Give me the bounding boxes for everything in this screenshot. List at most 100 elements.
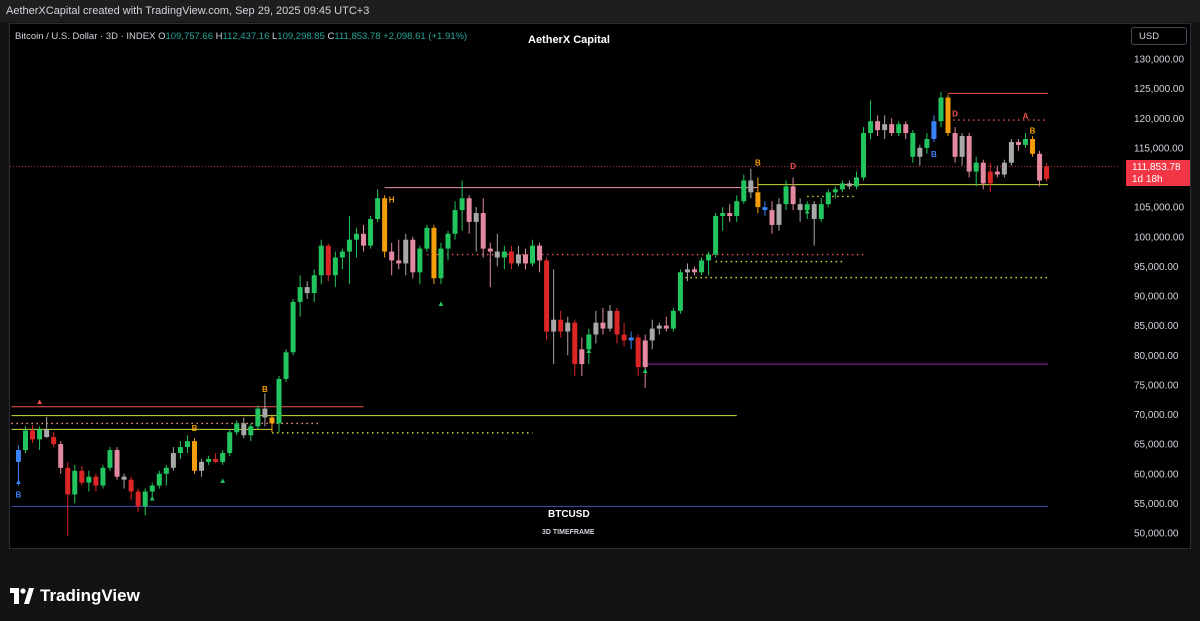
candle[interactable] xyxy=(487,242,493,288)
candle[interactable] xyxy=(544,257,550,341)
candle[interactable] xyxy=(65,461,71,536)
candle[interactable] xyxy=(290,298,296,356)
candle[interactable] xyxy=(135,488,141,513)
candle[interactable] xyxy=(755,177,761,214)
candle[interactable] xyxy=(769,201,775,234)
candle[interactable] xyxy=(868,100,874,139)
candle[interactable] xyxy=(22,426,28,454)
candle[interactable] xyxy=(156,470,162,489)
candle[interactable] xyxy=(44,416,50,439)
candle[interactable] xyxy=(797,198,803,222)
candle[interactable] xyxy=(839,180,845,193)
candle[interactable] xyxy=(762,201,768,217)
candle[interactable] xyxy=(706,251,712,276)
candle[interactable] xyxy=(30,425,36,443)
candle[interactable] xyxy=(480,198,486,258)
candle[interactable] xyxy=(945,94,951,137)
candle[interactable] xyxy=(396,239,402,270)
price-chart[interactable]: B▲▲BBHB DBD AB▲▲▲▲▲▲ 130,000.00125,000.001… xyxy=(0,0,1200,621)
candle[interactable] xyxy=(114,447,120,480)
candle[interactable] xyxy=(1044,163,1050,182)
candle[interactable] xyxy=(227,429,233,456)
candle[interactable] xyxy=(910,130,916,163)
candle[interactable] xyxy=(107,447,113,471)
candle[interactable] xyxy=(86,470,92,492)
candle[interactable] xyxy=(410,236,416,279)
candle[interactable] xyxy=(220,450,226,465)
candle[interactable] xyxy=(734,195,740,222)
candle[interactable] xyxy=(875,115,881,137)
candle[interactable] xyxy=(593,310,599,344)
candle[interactable] xyxy=(100,464,106,489)
candle[interactable] xyxy=(234,420,240,436)
candle[interactable] xyxy=(325,243,331,282)
candle[interactable] xyxy=(417,245,423,285)
candle[interactable] xyxy=(375,189,381,222)
candle[interactable] xyxy=(389,242,395,276)
candle[interactable] xyxy=(262,393,268,427)
candle[interactable] xyxy=(445,230,451,261)
candle[interactable] xyxy=(466,195,472,234)
candle[interactable] xyxy=(241,417,247,439)
candle[interactable] xyxy=(889,118,895,137)
candle[interactable] xyxy=(846,180,852,190)
candle[interactable] xyxy=(924,133,930,154)
candle[interactable] xyxy=(600,307,606,335)
candle[interactable] xyxy=(522,248,528,270)
candle[interactable] xyxy=(508,245,514,270)
currency-button[interactable]: USD xyxy=(1131,27,1187,45)
candle[interactable] xyxy=(368,216,374,249)
candle[interactable] xyxy=(431,224,437,285)
candle[interactable] xyxy=(438,242,444,285)
candle[interactable] xyxy=(128,476,134,501)
candle[interactable] xyxy=(776,198,782,231)
candle[interactable] xyxy=(51,432,57,448)
candle[interactable] xyxy=(58,441,64,474)
candle[interactable] xyxy=(1008,138,1014,166)
candle[interactable] xyxy=(614,307,620,344)
candle[interactable] xyxy=(311,269,317,302)
candle[interactable] xyxy=(403,233,409,276)
candle[interactable] xyxy=(861,127,867,181)
candle[interactable] xyxy=(297,275,303,317)
candle[interactable] xyxy=(628,331,634,350)
candle[interactable] xyxy=(184,435,190,454)
candle[interactable] xyxy=(339,248,345,270)
candle[interactable] xyxy=(607,304,613,332)
candle[interactable] xyxy=(255,405,261,430)
candle[interactable] xyxy=(621,322,627,347)
candle[interactable] xyxy=(727,204,733,222)
candle[interactable] xyxy=(853,171,859,190)
candle[interactable] xyxy=(572,319,578,376)
candle[interactable] xyxy=(332,251,338,288)
candle[interactable] xyxy=(1015,138,1021,151)
candle[interactable] xyxy=(346,216,352,285)
candle[interactable] xyxy=(382,195,388,258)
candle[interactable] xyxy=(966,133,972,178)
candle[interactable] xyxy=(361,224,367,252)
candle[interactable] xyxy=(973,156,979,187)
candle[interactable] xyxy=(37,426,43,451)
candle[interactable] xyxy=(248,423,254,442)
candle[interactable] xyxy=(501,245,507,270)
candle[interactable] xyxy=(163,464,169,486)
candle[interactable] xyxy=(713,213,719,258)
candle[interactable] xyxy=(304,281,310,299)
candle[interactable] xyxy=(790,177,796,211)
candle[interactable] xyxy=(424,224,430,252)
candle[interactable] xyxy=(656,322,662,335)
candle[interactable] xyxy=(558,310,564,338)
candle[interactable] xyxy=(720,207,726,231)
candle[interactable] xyxy=(213,453,219,464)
candle[interactable] xyxy=(191,438,197,474)
candle[interactable] xyxy=(473,207,479,252)
candle[interactable] xyxy=(1001,159,1007,178)
candle[interactable] xyxy=(635,334,641,376)
candle[interactable] xyxy=(72,464,78,504)
candle[interactable] xyxy=(318,239,324,285)
candle[interactable] xyxy=(931,115,937,142)
candle[interactable] xyxy=(537,242,543,273)
candle[interactable] xyxy=(199,458,205,477)
candle[interactable] xyxy=(177,441,183,459)
candle[interactable] xyxy=(811,201,817,246)
